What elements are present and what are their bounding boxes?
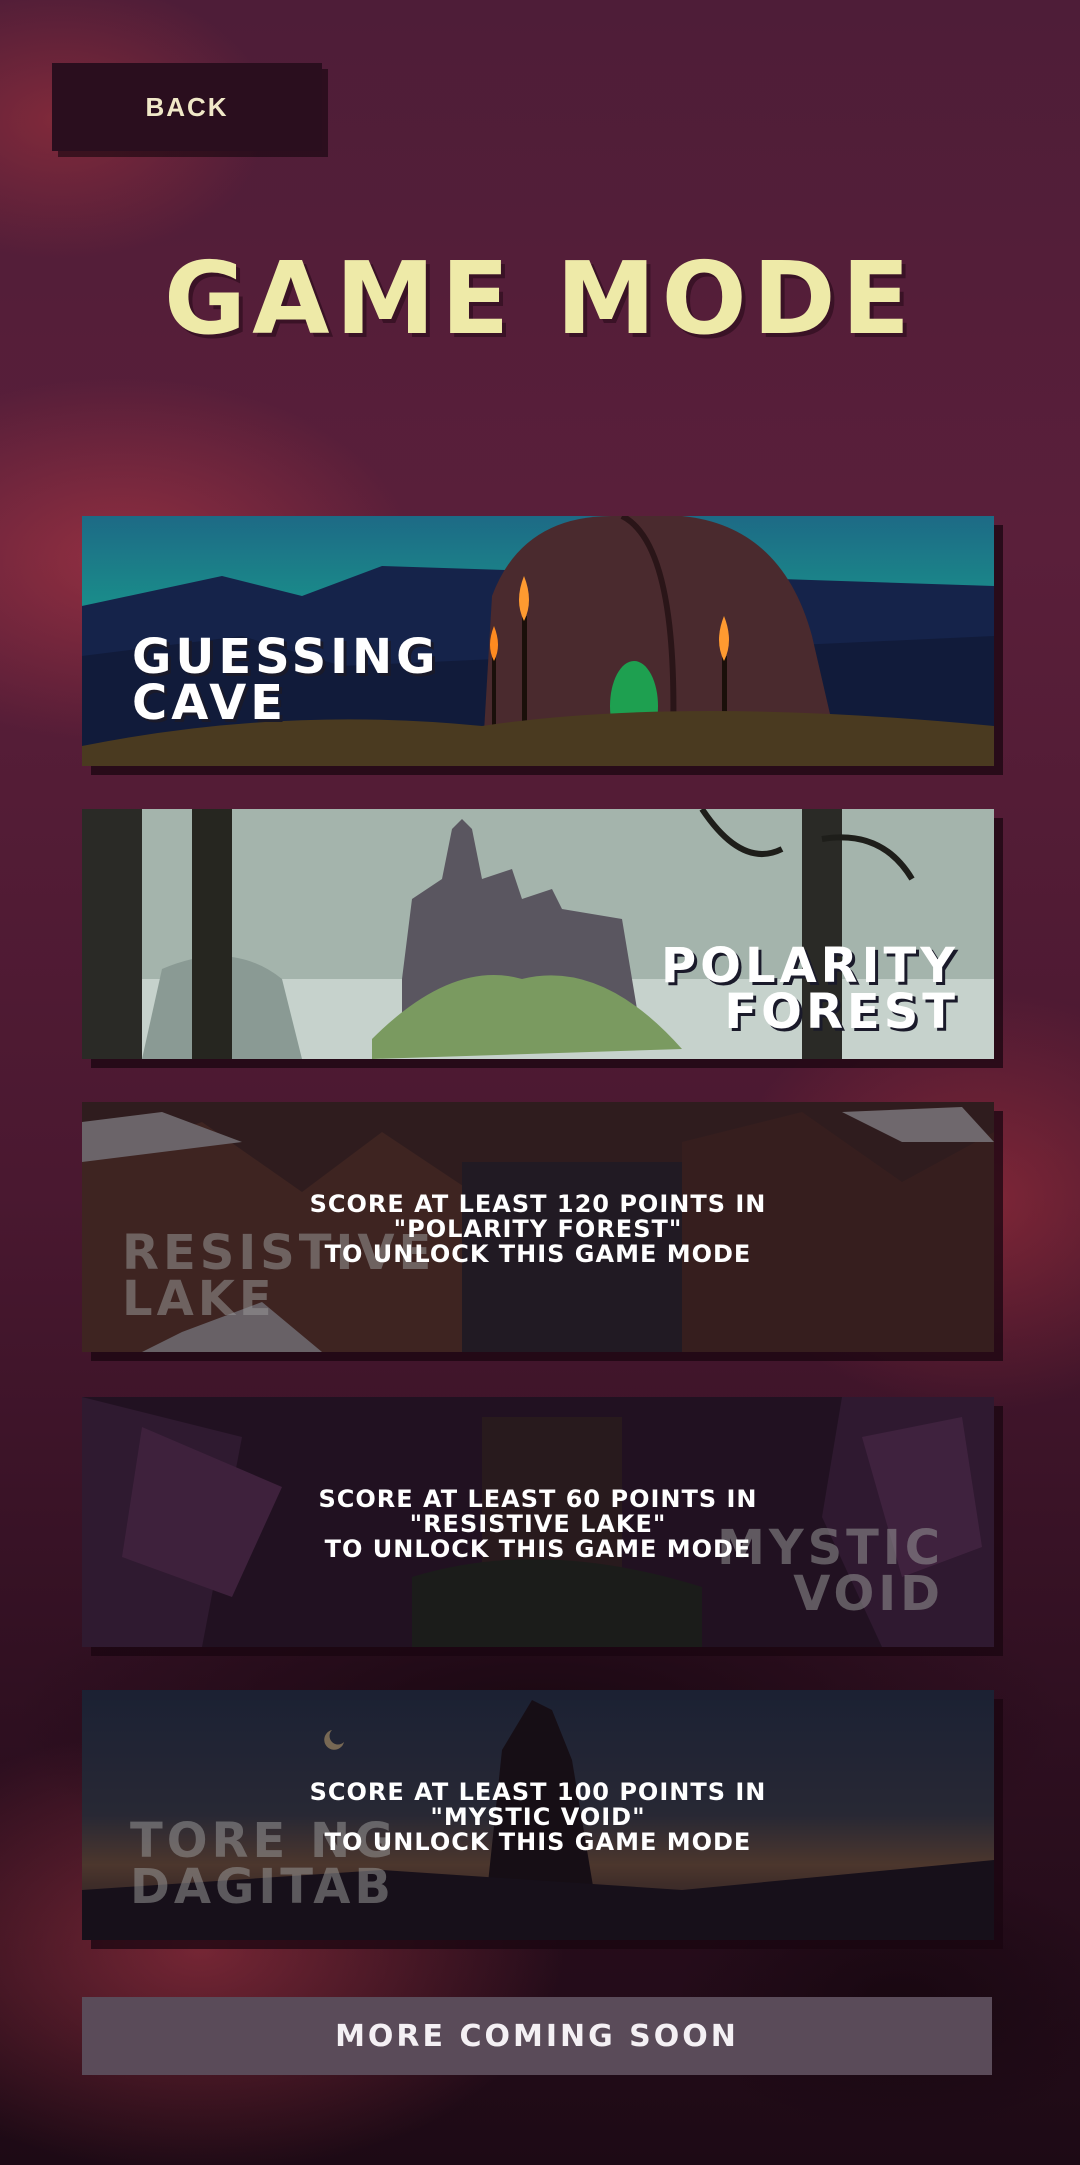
unlock-requirement: SCORE AT LEAST 100 POINTS IN "MYSTIC VOI…	[309, 1778, 767, 1856]
mode-name: GUESSING CAVE	[132, 629, 440, 731]
unlock-requirement: SCORE AT LEAST 60 POINTS IN "RESISTIVE L…	[318, 1485, 758, 1563]
page-title: GAME MODE	[164, 240, 916, 357]
mode-card-guessing-cave[interactable]: GUESSING CAVE	[82, 516, 994, 766]
back-button[interactable]: BACK	[52, 63, 322, 151]
mode-card-resistive-lake[interactable]: RESISTIVE LAKE SCORE AT LEAST 120 POINTS …	[82, 1102, 994, 1352]
mode-card-polarity-forest[interactable]: POLARITY FOREST	[82, 809, 994, 1059]
mode-card-tore-ng-dagitab[interactable]: TORE NG DAGITAB SCORE AT LEAST 100 POINTS…	[82, 1690, 994, 1940]
unlock-requirement: SCORE AT LEAST 120 POINTS IN "POLARITY F…	[309, 1190, 767, 1268]
mode-name: POLARITY FOREST	[660, 938, 959, 1040]
mode-card-mystic-void[interactable]: MYSTIC VOID SCORE AT LEAST 60 POINTS IN "…	[82, 1397, 994, 1647]
more-coming-soon-banner: MORE COMING SOON	[82, 1997, 992, 2075]
